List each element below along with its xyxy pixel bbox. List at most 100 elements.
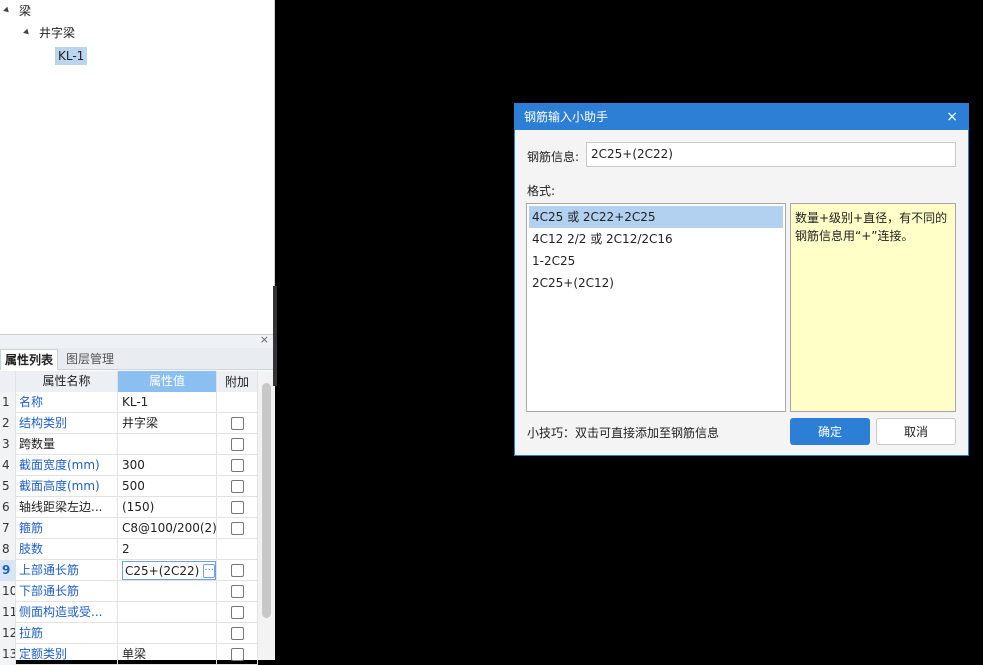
additional-checkbox[interactable] [230, 564, 244, 577]
additional-cell [217, 497, 258, 518]
property-name: 名称 [16, 392, 118, 413]
tree-label: 井字梁 [39, 25, 76, 40]
additional-checkbox[interactable] [230, 648, 244, 661]
property-name: 拉筋 [16, 623, 118, 644]
property-value[interactable]: C8@100/200(2) [118, 518, 217, 539]
property-value[interactable]: (150) [118, 497, 217, 518]
table-row[interactable]: 1 名称 KL-1 [0, 392, 258, 413]
row-number: 12 [0, 623, 16, 644]
row-number: 7 [0, 518, 16, 539]
ellipsis-button[interactable]: ··· [203, 563, 215, 578]
property-name: 肢数 [16, 539, 118, 560]
property-value[interactable] [118, 602, 217, 623]
property-name: 侧面构造或受... [16, 602, 118, 623]
rebar-info-input[interactable]: 2C25+(2C22) [586, 142, 956, 167]
additional-cell [217, 476, 258, 497]
table-row[interactable]: 3 跨数量 [0, 434, 258, 455]
tab-layer-management[interactable]: 图层管理 [62, 349, 126, 370]
table-row[interactable]: 12 拉筋 [0, 623, 258, 644]
format-item[interactable]: 4C25 或 2C22+2C25 [529, 206, 783, 228]
additional-cell [217, 455, 258, 476]
additional-checkbox[interactable] [230, 606, 244, 619]
additional-cell [217, 644, 258, 665]
property-value[interactable]: KL-1 [118, 392, 217, 413]
table-row[interactable]: 2 结构类别 井字梁 [0, 413, 258, 434]
header-corner [0, 371, 16, 392]
property-value[interactable]: 单梁 [118, 644, 217, 665]
additional-cell [217, 623, 258, 644]
cancel-button[interactable]: 取消 [876, 418, 956, 445]
property-value[interactable]: 500 [118, 476, 217, 497]
header-property-name[interactable]: 属性名称 [16, 371, 118, 392]
additional-checkbox[interactable] [230, 459, 244, 472]
expand-arrow-icon[interactable] [23, 28, 31, 36]
close-icon[interactable]: × [260, 333, 269, 346]
format-item[interactable]: 1-2C25 [529, 250, 783, 272]
close-icon[interactable]: × [946, 104, 958, 130]
dialog-title: 钢筋输入小助手 [524, 110, 609, 124]
property-name: 轴线距梁左边... [16, 497, 118, 518]
grid-scrollbar[interactable] [258, 371, 275, 660]
tree-node-grid-beam[interactable]: 井字梁 [23, 22, 78, 42]
property-value[interactable] [118, 581, 217, 602]
tree-node-beam[interactable]: 梁 [3, 0, 34, 20]
additional-checkbox[interactable] [230, 585, 244, 598]
property-value-editor[interactable]: C25+(2C22) ··· [118, 560, 217, 581]
property-name: 截面高度(mm) [16, 476, 118, 497]
scrollbar-thumb[interactable] [262, 383, 271, 618]
table-row[interactable]: 13 定额类别 单梁 [0, 644, 258, 665]
rebar-input-dialog: 钢筋输入小助手 × 钢筋信息: 2C25+(2C22) 格式: 4C25 或 2… [514, 103, 969, 456]
property-value[interactable] [118, 434, 217, 455]
row-number: 1 [0, 392, 16, 413]
table-row[interactable]: 5 截面高度(mm) 500 [0, 476, 258, 497]
left-pane: 梁 井字梁 KL-1 × 属性列表 图层管理 属性名称 属性值 附加 1 名称 KL… [0, 0, 275, 665]
additional-checkbox[interactable] [230, 438, 244, 451]
row-number: 6 [0, 497, 16, 518]
additional-cell [217, 602, 258, 623]
header-property-value[interactable]: 属性值 [118, 371, 217, 392]
property-value[interactable]: 2 [118, 539, 217, 560]
property-name: 下部通长筋 [16, 581, 118, 602]
table-row[interactable]: 9 上部通长筋 C25+(2C22) ··· [0, 560, 258, 581]
additional-checkbox[interactable] [230, 417, 244, 430]
additional-cell [217, 392, 258, 413]
property-grid: 属性名称 属性值 附加 1 名称 KL-1 2 结构类别 井字梁 3 跨数量 4 截面宽度(mm)… [0, 371, 258, 665]
table-row[interactable]: 10 下部通长筋 [0, 581, 258, 602]
tree-label-selected: KL-1 [55, 47, 88, 65]
additional-checkbox[interactable] [230, 627, 244, 640]
format-item[interactable]: 2C25+(2C12) [529, 272, 783, 294]
ok-button[interactable]: 确定 [790, 418, 870, 445]
property-value[interactable]: 300 [118, 455, 217, 476]
panel-tabs: 属性列表 图层管理 [0, 348, 275, 370]
format-item[interactable]: 4C12 2/2 或 2C12/2C16 [529, 228, 783, 250]
property-value-input[interactable]: C25+(2C22) ··· [122, 561, 216, 580]
tip-text: 小技巧：双击可直接添加至钢筋信息 [527, 426, 720, 440]
grid-header-row: 属性名称 属性值 附加 [0, 371, 258, 392]
additional-cell [217, 518, 258, 539]
header-additional[interactable]: 附加 [217, 371, 258, 392]
pane-splitter[interactable] [273, 286, 277, 386]
additional-cell [217, 581, 258, 602]
row-number: 5 [0, 476, 16, 497]
additional-cell [217, 539, 258, 560]
table-row[interactable]: 6 轴线距梁左边... (150) [0, 497, 258, 518]
table-row[interactable]: 7 箍筋 C8@100/200(2) [0, 518, 258, 539]
table-row[interactable]: 11 侧面构造或受... [0, 602, 258, 623]
format-list[interactable]: 4C25 或 2C22+2C25 4C12 2/2 或 2C12/2C16 1-… [526, 203, 786, 412]
row-number: 13 [0, 644, 16, 665]
tab-property-list[interactable]: 属性列表 [0, 349, 58, 370]
property-value[interactable] [118, 623, 217, 644]
expand-arrow-icon[interactable] [3, 6, 11, 14]
panel-header: × [0, 333, 275, 348]
tree-node-kl1[interactable]: KL-1 [55, 46, 88, 66]
additional-checkbox[interactable] [230, 480, 244, 493]
table-row[interactable]: 4 截面宽度(mm) 300 [0, 455, 258, 476]
additional-checkbox[interactable] [230, 501, 244, 514]
row-number: 11 [0, 602, 16, 623]
additional-cell [217, 434, 258, 455]
rebar-info-label: 钢筋信息: [527, 150, 580, 164]
row-number: 9 [0, 560, 16, 581]
additional-checkbox[interactable] [230, 522, 244, 535]
table-row[interactable]: 8 肢数 2 [0, 539, 258, 560]
property-value[interactable]: 井字梁 [118, 413, 217, 434]
